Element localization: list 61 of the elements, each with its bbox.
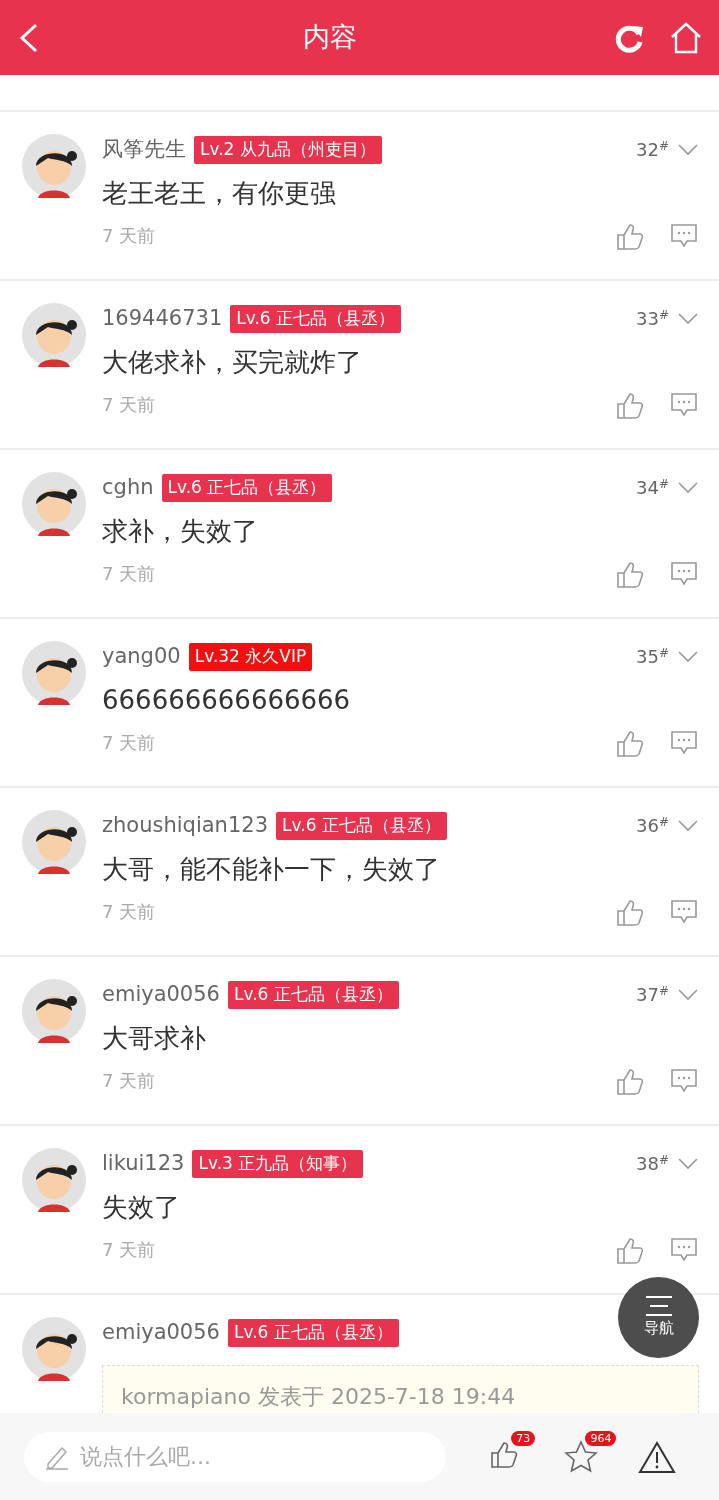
like-count: 73 [511, 1430, 536, 1446]
comment-time: 7 天前 [102, 224, 156, 248]
menu-icon[interactable] [643, 1295, 674, 1318]
comment-text: 求补，失效了 [102, 514, 259, 548]
username[interactable]: likui123 [102, 1148, 185, 1180]
username[interactable]: emiya0056 [102, 1317, 220, 1349]
chevron-down-icon[interactable] [677, 480, 699, 495]
comment-input[interactable]: 说点什么吧... [24, 1431, 446, 1482]
username[interactable]: 169446731 [102, 303, 223, 335]
username[interactable]: emiya0056 [102, 979, 220, 1011]
home-icon[interactable] [669, 20, 703, 55]
comment-text: 老王老王，有你更强 [102, 176, 337, 210]
username[interactable]: yang00 [102, 641, 181, 673]
chevron-down-icon[interactable] [677, 1156, 699, 1171]
username[interactable]: 风筝先生 [102, 134, 186, 166]
level-badge: Lv.3 正九品（知事） [192, 1150, 364, 1178]
level-badge: Lv.6 正七品（县丞） [227, 981, 399, 1009]
chevron-down-icon[interactable] [677, 142, 699, 157]
floor-number: 32$^{#}$ [636, 138, 669, 163]
username[interactable]: zhoushiqian123 [102, 810, 268, 842]
avatar [22, 1317, 86, 1381]
floor-number: 38$^{#}$ [636, 1152, 669, 1177]
level-badge: Lv.32 永久VIP [188, 643, 313, 671]
chevron-down-icon[interactable] [677, 649, 699, 664]
comment-time: 7 天前 [102, 1069, 156, 1093]
favorite-count: 964 [585, 1430, 617, 1446]
comment-time: 7 天前 [102, 1238, 156, 1262]
avatar [22, 979, 86, 1043]
navigation-button[interactable]: 导航 [618, 1277, 699, 1358]
comment-text: 大哥求补 [102, 1021, 207, 1055]
chevron-down-icon[interactable] [677, 818, 699, 833]
comment-text: 大佬求补，买完就炸了 [102, 345, 363, 379]
comment-text: 大哥，能不能补一下，失效了 [102, 852, 441, 886]
comment-time: 7 天前 [102, 562, 156, 586]
level-badge: Lv.2 从九品（州吏目） [194, 136, 382, 164]
floor-number: 34$^{#}$ [636, 476, 669, 501]
username[interactable]: cghn [102, 472, 154, 504]
level-badge: Lv.6 正七品（县丞） [230, 305, 402, 333]
avatar [22, 641, 86, 705]
comment-time: 7 天前 [102, 900, 156, 924]
avatar [22, 810, 86, 874]
chevron-down-icon[interactable] [677, 311, 699, 326]
comment-time: 7 天前 [102, 393, 156, 417]
comment-time: 7 天前 [102, 731, 156, 755]
avatar [22, 472, 86, 536]
page-title: 内容 [302, 20, 357, 55]
avatar [22, 134, 86, 198]
floor-number: 35$^{#}$ [636, 645, 669, 670]
floor-number: 36$^{#}$ [636, 814, 669, 839]
quoted-post: kormapiano 发表于 2025-7-18 19:44 [102, 1364, 699, 1413]
level-badge: Lv.6 正七品（县丞） [161, 474, 333, 502]
comment-text: 666666666666666 [102, 683, 352, 717]
level-badge: Lv.6 正七品（县丞） [227, 1319, 399, 1347]
floor-number: 33$^{#}$ [636, 307, 669, 332]
chevron-down-icon[interactable] [677, 987, 699, 1002]
floor-number: 37$^{#}$ [636, 983, 669, 1008]
comment-text: 失效了 [102, 1190, 181, 1224]
level-badge: Lv.6 正七品（县丞） [276, 812, 447, 840]
avatar [22, 303, 86, 367]
avatar [22, 1148, 86, 1212]
warning-icon[interactable] [637, 1439, 676, 1474]
